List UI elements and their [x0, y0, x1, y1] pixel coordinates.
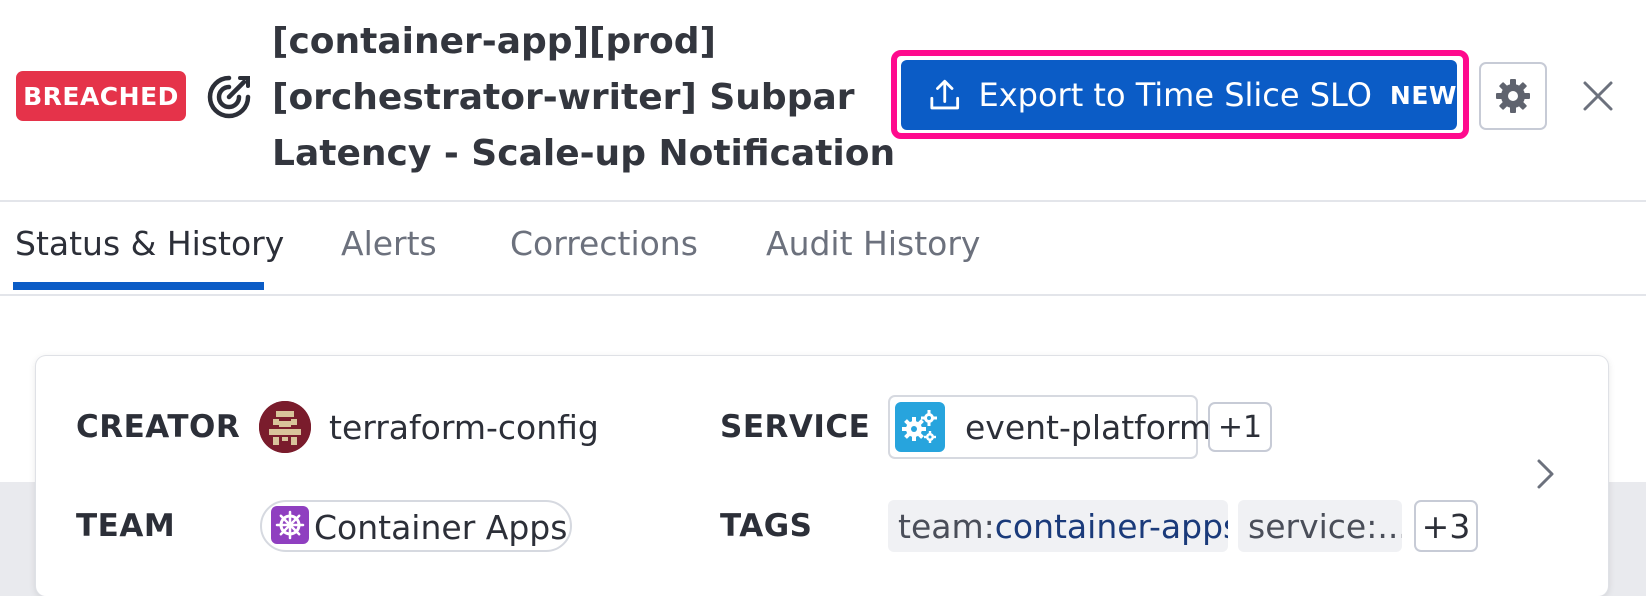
export-button-label: Export to Time Slice SLO — [978, 76, 1372, 114]
tab-audit-history[interactable]: Audit History — [766, 224, 980, 263]
creator-label: CREATOR — [76, 409, 241, 445]
title-line-1: [container-app][prod] — [272, 21, 716, 62]
page-title: [container-app][prod] [orchestrator-writ… — [272, 14, 896, 182]
tab-bar: Status & History Alerts Corrections Audi… — [0, 204, 1646, 296]
service-more-chip[interactable]: +1 — [1208, 402, 1272, 452]
tab-corrections[interactable]: Corrections — [510, 224, 698, 263]
creator-value[interactable]: terraform-config — [329, 408, 599, 447]
details-card — [36, 356, 1608, 596]
avatar-image — [259, 401, 311, 453]
tab-alerts[interactable]: Alerts — [341, 224, 437, 263]
slo-target-icon — [207, 75, 251, 119]
active-tab-indicator — [13, 282, 264, 290]
team-value: Container Apps — [314, 508, 568, 547]
upload-icon — [930, 79, 960, 110]
tag-chip[interactable]: service:... — [1238, 500, 1402, 552]
avatar — [259, 401, 311, 453]
tags-label: TAGS — [720, 508, 813, 544]
tag-key: service:... — [1248, 506, 1402, 546]
tag-value: container-apps — [994, 506, 1228, 546]
team-label: TEAM — [76, 508, 176, 544]
close-icon — [1583, 81, 1613, 111]
settings-button[interactable] — [1479, 62, 1547, 130]
helm-wheel-icon — [271, 506, 309, 544]
gear-icon — [1496, 79, 1530, 113]
service-value[interactable]: event-platform — [965, 408, 1211, 447]
new-badge: NEW — [1389, 80, 1457, 110]
close-button[interactable] — [1580, 78, 1616, 114]
status-badge: BREACHED — [16, 71, 186, 121]
chevron-right-icon[interactable] — [1534, 456, 1558, 492]
service-gears-icon — [895, 402, 945, 452]
service-label: SERVICE — [720, 409, 871, 445]
title-line-2: [orchestrator-writer] Subpar — [272, 77, 855, 118]
title-line-3: Latency - Scale-up Notification — [272, 133, 896, 174]
export-to-time-slice-slo-button[interactable]: Export to Time Slice SLO NEW — [901, 60, 1457, 130]
tags-more-chip[interactable]: +3 — [1414, 500, 1478, 552]
tab-status-history[interactable]: Status & History — [15, 224, 284, 263]
tag-chip[interactable]: team: container-apps — [888, 500, 1228, 552]
tag-key: team: — [898, 506, 995, 546]
